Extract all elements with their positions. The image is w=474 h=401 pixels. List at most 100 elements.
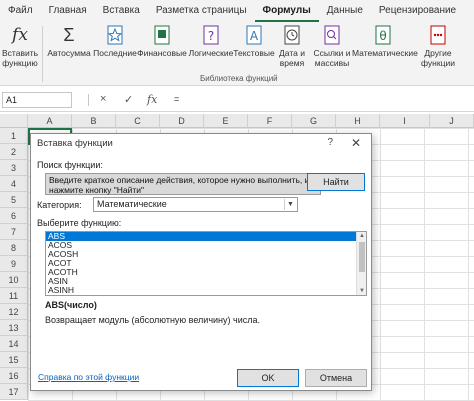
- column-header[interactable]: G: [292, 114, 336, 128]
- math-button[interactable]: θ Математические: [352, 24, 418, 58]
- row-header[interactable]: 17: [0, 384, 28, 400]
- list-item[interactable]: ASIN: [46, 277, 366, 286]
- svg-text:θ: θ: [379, 29, 386, 43]
- choose-function-label: Выберите функцию:: [37, 218, 122, 228]
- column-header[interactable]: E: [204, 114, 248, 128]
- row-header[interactable]: 11: [0, 288, 28, 304]
- enter-icon[interactable]: ✓: [124, 93, 133, 106]
- sigma-icon: Σ: [63, 25, 75, 45]
- theta-book-icon: θ: [372, 24, 394, 46]
- list-item[interactable]: ABS: [46, 232, 366, 241]
- star-icon: [104, 24, 126, 46]
- find-button[interactable]: Найти: [307, 173, 365, 191]
- svg-text:A: A: [250, 29, 259, 43]
- tab-data[interactable]: Данные: [319, 0, 371, 22]
- fx-icon[interactable]: fx: [147, 93, 157, 106]
- function-description: Возвращает модуль (абсолютную величину) …: [45, 315, 260, 325]
- column-header[interactable]: B: [72, 114, 116, 128]
- row-header[interactable]: 4: [0, 176, 28, 192]
- list-item[interactable]: ACOT: [46, 259, 366, 268]
- row-header[interactable]: 15: [0, 352, 28, 368]
- scroll-thumb[interactable]: [359, 242, 365, 272]
- category-value: Математические: [97, 199, 167, 209]
- ribbon-separator: [42, 26, 43, 82]
- row-header[interactable]: 13: [0, 320, 28, 336]
- list-item[interactable]: ASINH: [46, 286, 366, 295]
- text-button[interactable]: A Текстовые: [232, 24, 276, 58]
- autosum-button[interactable]: Σ Автосумма: [44, 24, 94, 58]
- dialog-titlebar[interactable]: Вставка функции ? ✕: [31, 134, 371, 154]
- ribbon-tabs: Файл Главная Вставка Разметка страницы Ф…: [0, 0, 474, 22]
- formula-input[interactable]: =: [168, 92, 470, 108]
- category-select[interactable]: Математические ▼: [93, 197, 298, 212]
- logical-button[interactable]: ? Логические: [188, 24, 234, 58]
- more-functions-button[interactable]: Другие функции: [416, 24, 460, 68]
- column-header[interactable]: C: [116, 114, 160, 128]
- column-header[interactable]: J: [430, 114, 474, 128]
- row-header[interactable]: 7: [0, 224, 28, 240]
- list-item[interactable]: ACOSH: [46, 250, 366, 259]
- row-header[interactable]: 8: [0, 240, 28, 256]
- row-header[interactable]: 5: [0, 192, 28, 208]
- formula-bar-separator: [88, 94, 89, 106]
- function-listbox[interactable]: ABS ACOS ACOSH ACOT ACOTH ASIN ASINH ▲ ▼: [45, 231, 367, 296]
- scroll-down-icon[interactable]: ▼: [357, 287, 366, 295]
- search-book-icon: [321, 24, 343, 46]
- row-header[interactable]: 10: [0, 272, 28, 288]
- datetime-button[interactable]: Дата и время: [274, 24, 310, 68]
- listbox-scrollbar[interactable]: ▲ ▼: [356, 232, 366, 295]
- clock-book-icon: [281, 24, 303, 46]
- ribbon: fx Вставить функцию Σ Автосумма Последни…: [0, 22, 474, 86]
- question-book-icon: ?: [200, 24, 222, 46]
- formula-bar: A1 × ✓ fx =: [0, 88, 474, 112]
- fx-icon: fx: [12, 25, 28, 45]
- column-header[interactable]: A: [28, 114, 72, 128]
- function-signature: ABS(число): [45, 300, 97, 310]
- text-book-icon: A: [243, 24, 265, 46]
- ribbon-group-label: Библиотека функций: [200, 74, 278, 83]
- function-search-input[interactable]: Введите краткое описание действия, котор…: [45, 173, 321, 195]
- insert-function-button[interactable]: fx Вставить функцию: [2, 24, 38, 69]
- column-header[interactable]: H: [336, 114, 380, 128]
- row-header[interactable]: 3: [0, 160, 28, 176]
- dialog-title: Вставка функции: [37, 138, 113, 149]
- tab-file[interactable]: Файл: [0, 0, 41, 22]
- row-header[interactable]: 9: [0, 256, 28, 272]
- ok-button[interactable]: OK: [237, 369, 299, 387]
- row-header[interactable]: 2: [0, 144, 28, 160]
- help-icon[interactable]: ?: [327, 137, 333, 148]
- tab-formulas[interactable]: Формулы: [254, 0, 319, 22]
- excel-window: Файл Главная Вставка Разметка страницы Ф…: [0, 0, 474, 401]
- tab-page-layout[interactable]: Разметка страницы: [148, 0, 255, 22]
- row-header[interactable]: 12: [0, 304, 28, 320]
- column-header[interactable]: I: [380, 114, 430, 128]
- chevron-down-icon: ▼: [284, 199, 296, 210]
- financial-button[interactable]: Финансовые: [136, 24, 188, 58]
- row-header[interactable]: 14: [0, 336, 28, 352]
- row-header[interactable]: 1: [0, 128, 28, 144]
- row-header[interactable]: 6: [0, 208, 28, 224]
- search-label: Поиск функции:: [37, 160, 103, 170]
- tab-insert[interactable]: Вставка: [95, 0, 148, 22]
- name-box[interactable]: A1: [2, 92, 72, 108]
- scroll-up-icon[interactable]: ▲: [357, 232, 366, 240]
- lookup-button[interactable]: Ссылки и массивы: [310, 24, 354, 68]
- insert-function-dialog: Вставка функции ? ✕ Поиск функции: Введи…: [30, 133, 372, 391]
- close-icon[interactable]: ✕: [351, 136, 361, 150]
- list-item[interactable]: ACOTH: [46, 268, 366, 277]
- tab-review[interactable]: Рецензирование: [371, 0, 464, 22]
- category-label: Категория:: [37, 200, 82, 210]
- recent-button[interactable]: Последние: [92, 24, 138, 58]
- function-help-link[interactable]: Справка по этой функции: [38, 372, 139, 382]
- row-header[interactable]: 16: [0, 368, 28, 384]
- select-all-corner[interactable]: [0, 114, 28, 128]
- cancel-icon[interactable]: ×: [100, 93, 106, 105]
- cancel-button[interactable]: Отмена: [305, 369, 367, 387]
- list-item[interactable]: ACOS: [46, 241, 366, 250]
- svg-text:?: ?: [208, 29, 214, 43]
- more-book-icon: [427, 24, 449, 46]
- book-icon: [151, 24, 173, 46]
- tab-home[interactable]: Главная: [41, 0, 95, 22]
- column-header[interactable]: D: [160, 114, 204, 128]
- column-header[interactable]: F: [248, 114, 292, 128]
